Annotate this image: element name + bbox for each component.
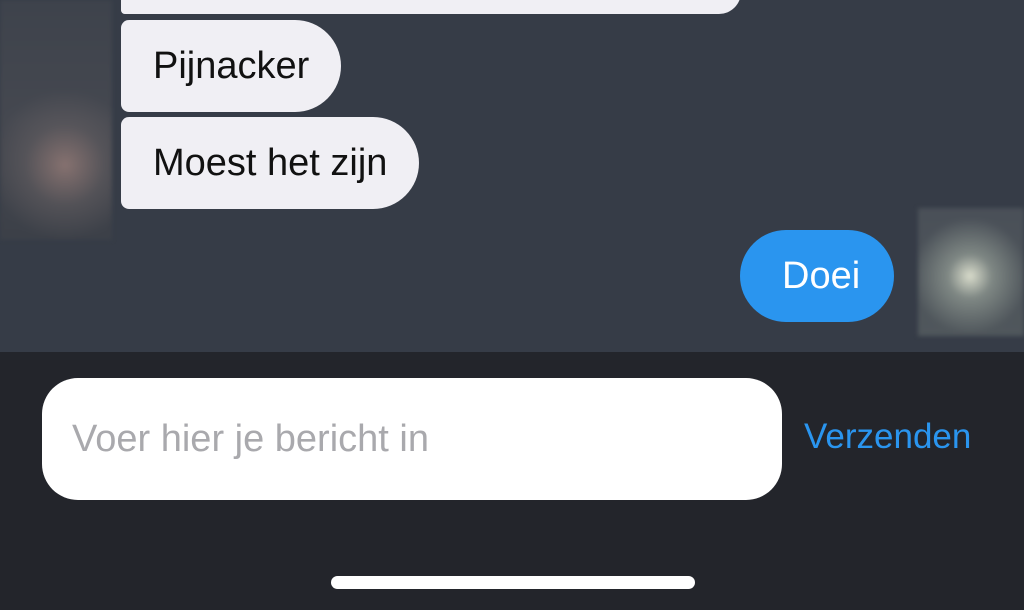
message-bubble-received[interactable]: Pijnacker xyxy=(121,20,342,112)
message-text: Moest het zijn xyxy=(153,142,388,184)
message-text: Doei xyxy=(782,255,861,297)
composer-bar: Verzenden xyxy=(0,352,1024,610)
contact-avatar xyxy=(0,0,112,240)
message-text: Pijnacker xyxy=(153,45,310,87)
user-avatar xyxy=(918,208,1024,336)
home-indicator[interactable] xyxy=(331,576,695,589)
send-button[interactable]: Verzenden xyxy=(804,412,971,462)
message-bubble-received[interactable] xyxy=(121,0,741,14)
message-bubble-sent[interactable]: Doei xyxy=(740,230,895,322)
message-input[interactable] xyxy=(42,378,782,500)
chat-screen: Pijnacker Moest het zijn Doei Verzenden xyxy=(0,0,1024,610)
message-list[interactable]: Pijnacker Moest het zijn Doei xyxy=(0,0,1024,352)
message-bubble-received[interactable]: Moest het zijn xyxy=(121,117,420,209)
